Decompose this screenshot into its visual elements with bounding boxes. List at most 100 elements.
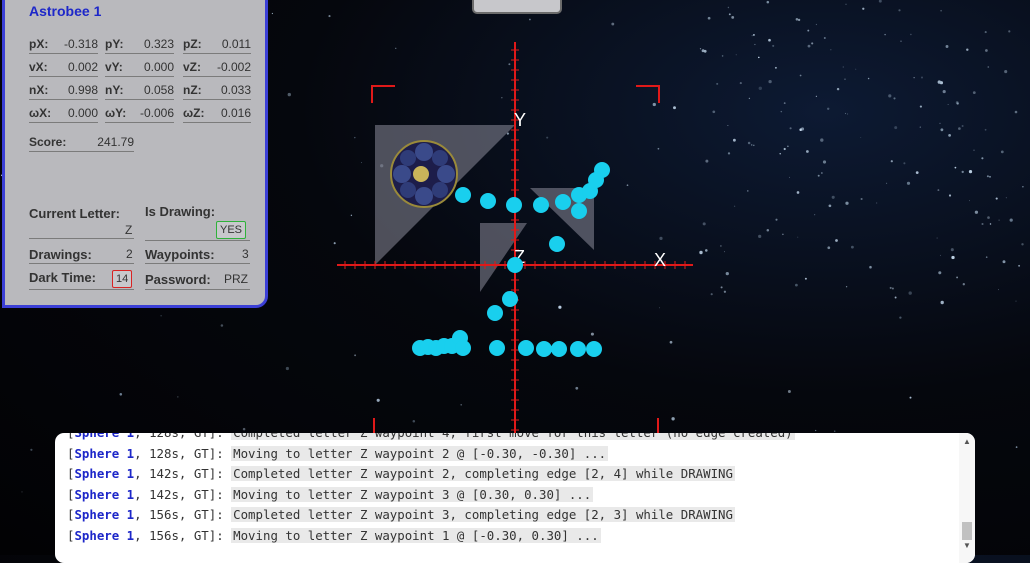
scrollbar-thumb[interactable] bbox=[962, 522, 972, 540]
log-sphere-tag: Sphere 1 bbox=[74, 466, 135, 482]
nz-label: nZ: bbox=[183, 83, 202, 97]
px-value: -0.318 bbox=[63, 37, 98, 51]
trail-dot bbox=[518, 340, 534, 356]
axis-label-y: Y bbox=[514, 110, 526, 130]
trail-dot bbox=[455, 340, 471, 356]
ny-field: nY: 0.058 bbox=[105, 81, 174, 100]
log-time-tag: , 156s, GT]: bbox=[134, 527, 232, 543]
log-console[interactable]: [Sphere 1, 128s, GT]: Completed letter Z… bbox=[55, 433, 975, 563]
score-value: 241.79 bbox=[97, 135, 134, 149]
trail-dot bbox=[551, 341, 567, 357]
log-sphere-tag: Sphere 1 bbox=[74, 445, 135, 461]
dark-time-label: Dark Time: bbox=[29, 270, 96, 285]
waypoints-label: Waypoints: bbox=[145, 247, 215, 262]
drawings-value: 2 bbox=[126, 247, 133, 261]
py-field: pY: 0.323 bbox=[105, 35, 174, 54]
log-line: [Sphere 1, 156s, GT]: Completed letter Z… bbox=[67, 507, 735, 523]
wy-label: ωY: bbox=[105, 106, 127, 120]
wx-field: ωX: 0.000 bbox=[29, 104, 98, 123]
current-letter-value: Z bbox=[125, 223, 133, 237]
password-label: Password: bbox=[145, 272, 211, 287]
vx-label: vX: bbox=[29, 60, 48, 74]
log-time-tag: , 142s, GT]: bbox=[134, 466, 232, 482]
ny-label: nY: bbox=[105, 83, 124, 97]
telemetry-panel: Astrobee 1 pX: -0.318 pY: 0.323 pZ: 0.011 vX: 0… bbox=[2, 0, 268, 308]
is-drawing-label: Is Drawing: bbox=[145, 204, 216, 219]
nx-label: nX: bbox=[29, 83, 49, 97]
wz-field: ωZ: 0.016 bbox=[183, 104, 251, 123]
log-time-tag: , 128s, GT]: bbox=[134, 445, 232, 461]
vz-value: -0.002 bbox=[216, 60, 251, 74]
log-message: Moving to letter Z waypoint 2 @ [-0.30, … bbox=[231, 445, 609, 461]
vy-field: vY: 0.000 bbox=[105, 58, 174, 77]
trail-dot bbox=[455, 187, 471, 203]
trail-dot bbox=[487, 305, 503, 321]
py-label: pY: bbox=[105, 37, 124, 51]
scroll-up-arrow-icon[interactable]: ▲ bbox=[963, 437, 971, 446]
vz-field: vZ: -0.002 bbox=[183, 58, 251, 77]
nx-field: nX: 0.998 bbox=[29, 81, 98, 100]
trail-dot bbox=[549, 236, 565, 252]
log-line: [Sphere 1, 128s, GT]: Completed letter Z… bbox=[67, 433, 957, 444]
pz-value: 0.011 bbox=[221, 37, 251, 51]
log-message: Completed letter Z waypoint 2, completin… bbox=[231, 466, 735, 482]
is-drawing-badge: YES bbox=[216, 221, 247, 239]
log-line: [Sphere 1, 156s, GT]: Moving to letter Z… bbox=[67, 527, 601, 543]
log-message: Completed letter Z waypoint 4, first mov… bbox=[231, 433, 795, 440]
nz-value: 0.033 bbox=[220, 83, 251, 97]
log-message: Completed letter Z waypoint 3, completin… bbox=[231, 507, 735, 523]
dark-time-badge: 14 bbox=[112, 270, 133, 288]
drawings-label: Drawings: bbox=[29, 247, 92, 262]
log-lines: [Sphere 1, 128s, GT]: Completed letter Z… bbox=[67, 433, 957, 547]
log-sphere-tag: Sphere 1 bbox=[74, 486, 135, 502]
vx-field: vX: 0.002 bbox=[29, 58, 98, 77]
wx-label: ωX: bbox=[29, 106, 52, 120]
wz-label: ωZ: bbox=[183, 106, 205, 120]
password-value: PRZ bbox=[224, 272, 248, 286]
ny-value: 0.058 bbox=[143, 83, 174, 97]
log-time-tag: , 156s, GT]: bbox=[134, 507, 232, 523]
wz-value: 0.016 bbox=[220, 106, 251, 120]
trail-dot bbox=[586, 341, 602, 357]
vy-value: 0.000 bbox=[143, 60, 174, 74]
log-line: [Sphere 1, 142s, GT]: Completed letter Z… bbox=[67, 466, 735, 482]
log-line: [Sphere 1, 142s, GT]: Moving to letter Z… bbox=[67, 486, 594, 502]
score-label: Score: bbox=[29, 135, 67, 149]
score-field: Score: 241.79 bbox=[29, 133, 134, 152]
log-sphere-tag: Sphere 1 bbox=[74, 507, 135, 523]
panel-title: Astrobee 1 bbox=[29, 3, 102, 19]
log-line: [Sphere 1, 128s, GT]: Moving to letter Z… bbox=[67, 445, 609, 461]
trail-dot bbox=[533, 197, 549, 213]
pz-field: pZ: 0.011 bbox=[183, 35, 251, 54]
nx-value: 0.998 bbox=[67, 83, 98, 97]
log-time-tag: , 128s, GT]: bbox=[134, 433, 231, 440]
waypoints-value: 3 bbox=[242, 247, 249, 261]
px-label: pX: bbox=[29, 37, 49, 51]
log-sphere-tag: Sphere 1 bbox=[74, 527, 135, 543]
wy-value: -0.006 bbox=[139, 106, 174, 120]
trail-dot bbox=[506, 197, 522, 213]
log-sphere-tag: Sphere 1 bbox=[74, 433, 134, 440]
trail-dot bbox=[480, 193, 496, 209]
top-toggle-button[interactable] bbox=[472, 0, 562, 14]
px-field: pX: -0.318 bbox=[29, 35, 98, 54]
nz-field: nZ: 0.033 bbox=[183, 81, 251, 100]
pz-label: pZ: bbox=[183, 37, 202, 51]
scroll-down-arrow-icon[interactable]: ▼ bbox=[963, 541, 971, 550]
trail-dot bbox=[555, 194, 571, 210]
vy-label: vY: bbox=[105, 60, 123, 74]
py-value: 0.323 bbox=[143, 37, 174, 51]
trail-dot bbox=[571, 203, 587, 219]
log-time-tag: , 142s, GT]: bbox=[134, 486, 232, 502]
trail-dot bbox=[594, 162, 610, 178]
trail-dot bbox=[536, 341, 552, 357]
trail-dot bbox=[489, 340, 505, 356]
trail-dot bbox=[570, 341, 586, 357]
axis-label-x: X bbox=[654, 250, 666, 270]
wy-field: ωY: -0.006 bbox=[105, 104, 174, 123]
vx-value: 0.002 bbox=[67, 60, 98, 74]
log-scrollbar[interactable]: ▲ ▼ bbox=[959, 433, 975, 563]
current-letter-label: Current Letter: bbox=[29, 206, 121, 221]
log-message: Moving to letter Z waypoint 1 @ [-0.30, … bbox=[231, 527, 601, 543]
log-message: Moving to letter Z waypoint 3 @ [0.30, 0… bbox=[231, 486, 594, 502]
